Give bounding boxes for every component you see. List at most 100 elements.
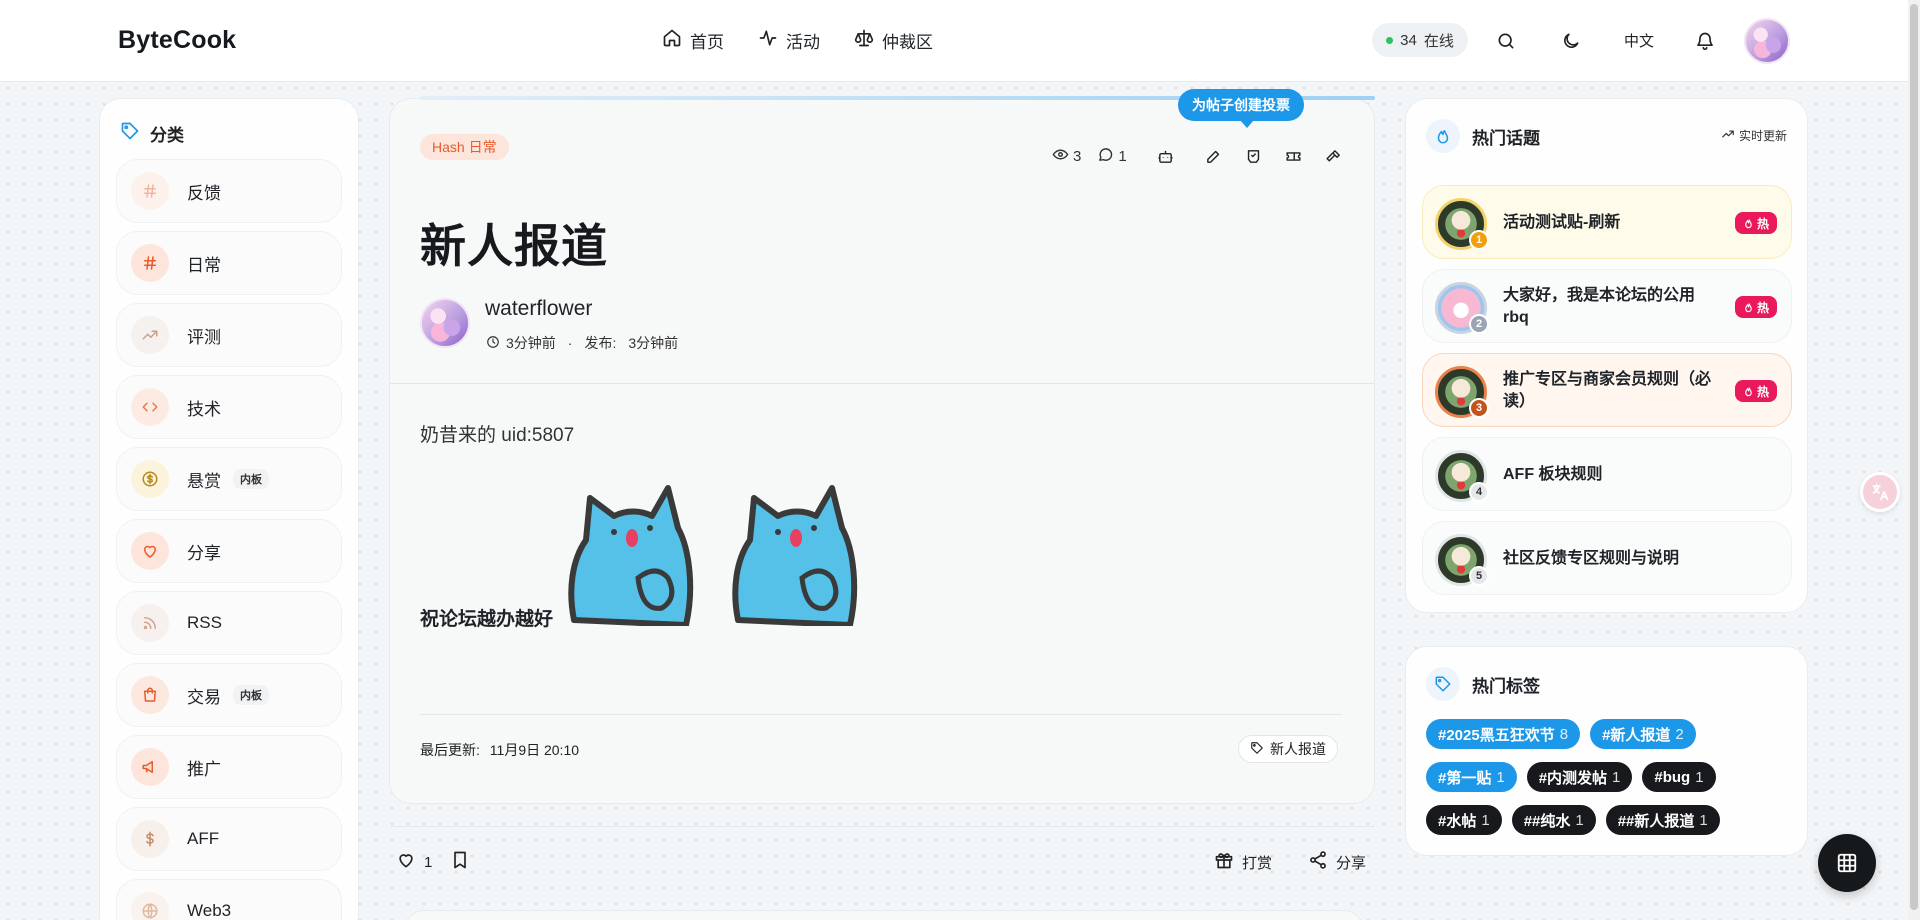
hot-tag-label: #第一贴 [1438, 769, 1492, 787]
bell-icon[interactable] [1690, 26, 1720, 56]
online-label: 在线 [1423, 32, 1454, 50]
hot-tag-count: 1 [1695, 768, 1704, 786]
code-icon [131, 388, 169, 426]
megaphone-icon [131, 748, 169, 786]
sidebar-item-trade[interactable]: 交易 内板 [116, 663, 342, 727]
author-avatar[interactable] [420, 298, 470, 348]
create-poll-icon[interactable] [1239, 141, 1269, 171]
sidebar-item-share[interactable]: 分享 [116, 519, 342, 583]
edit-pencil-icon[interactable] [1199, 141, 1229, 171]
topic-title: 大家好，我是本论坛的公用rbq [1503, 287, 1696, 326]
nav-activity[interactable]: 活动 [758, 28, 820, 53]
hot-tag[interactable]: #水帖 1 [1426, 805, 1502, 835]
last-updated: 最后更新: 11月9日 20:10 [420, 740, 579, 760]
internal-badge: 内板 [233, 469, 269, 489]
nav-home-label: 首页 [690, 33, 724, 52]
bag-icon [131, 676, 169, 714]
comment-icon [1097, 146, 1114, 167]
hot-topic-item[interactable]: 3 推广专区与商家会员规则（必读） 热 [1422, 353, 1792, 427]
scale-icon [854, 28, 874, 53]
dollar-icon [131, 820, 169, 858]
realtime-update[interactable]: 实时更新 [1721, 127, 1787, 144]
user-avatar[interactable] [1744, 18, 1790, 64]
post-toolbar: 3 1 [1052, 141, 1349, 171]
sidebar-item-aff[interactable]: AFF [116, 807, 342, 871]
realtime-label: 实时更新 [1738, 129, 1787, 143]
sidebar-item-label: 技术 [187, 399, 221, 419]
online-dot-icon [1386, 36, 1394, 44]
sidebar-item-tech[interactable]: 技术 [116, 375, 342, 439]
hot-tag[interactable]: #第一贴 1 [1426, 762, 1517, 792]
tag-icon [120, 121, 140, 146]
sidebar-item-promotion[interactable]: 推广 [116, 735, 342, 799]
post-tag-chip[interactable]: 新人报道 [1238, 735, 1338, 763]
tip-label: 打赏 [1242, 854, 1273, 872]
scrollbar-thumb[interactable] [1910, 4, 1918, 910]
hot-label: 热 [1756, 300, 1769, 315]
hot-tag[interactable]: ##新人报道 1 [1605, 805, 1720, 835]
hot-topic-item[interactable]: 5 社区反馈专区规则与说明 [1422, 521, 1792, 595]
hot-tag[interactable]: #bug 1 [1642, 762, 1716, 792]
sidebar-item-review[interactable]: 评测 [116, 303, 342, 367]
comment-count: 1 [1097, 146, 1127, 167]
hot-tag-count: 1 [1699, 811, 1708, 829]
online-count-pill[interactable]: 34 在线 [1372, 23, 1468, 57]
brand-logo[interactable]: ByteCook [118, 26, 236, 55]
post-category-tag[interactable]: Hash 日常 [420, 134, 509, 160]
trending-icon [1721, 127, 1735, 144]
dark-mode-moon-icon[interactable] [1556, 26, 1586, 56]
sidebar-item-label: 交易 [187, 687, 221, 707]
sidebar-item-feedback[interactable]: 反馈 [116, 159, 342, 223]
heart-icon [396, 850, 416, 874]
hot-tag-label: #水帖 [1438, 812, 1477, 830]
actions-divider [390, 826, 1374, 827]
post-card [389, 98, 1375, 804]
nav-home[interactable]: 首页 [662, 28, 724, 53]
hot-tag-count: 1 [1496, 768, 1505, 786]
post-header-divider [390, 383, 1374, 384]
hot-topic-item[interactable]: 4 AFF 板块规则 [1422, 437, 1792, 511]
hot-tag[interactable]: ##纯水 1 [1511, 805, 1596, 835]
translate-icon[interactable] [1860, 472, 1900, 512]
post-footer-divider [420, 714, 1342, 715]
author-name[interactable]: waterflower [485, 297, 592, 321]
post-body-line: 奶昔来的 uid:5807 [420, 425, 575, 446]
post-title: 新人报道 [420, 220, 608, 272]
sidebar-item-label: 分享 [187, 543, 221, 563]
category-sidebar: 分类 反馈 日常 评测 技术 悬赏 内板 分享 RSS 交易 内板 推广 AFF [99, 98, 359, 920]
tip-button[interactable]: 打赏 [1214, 850, 1272, 874]
home-icon [662, 28, 682, 53]
sidebar-item-bounty[interactable]: 悬赏 内板 [116, 447, 342, 511]
share-button[interactable]: 分享 [1308, 850, 1366, 874]
tag-icon [1250, 741, 1264, 758]
activity-icon [758, 28, 778, 53]
hot-topic-item[interactable]: 2 大家好，我是本论坛的公用rbq 热 [1422, 269, 1792, 343]
hammer-icon[interactable] [1319, 141, 1349, 171]
bookmark-button[interactable] [450, 850, 470, 874]
cat-sticker-image [566, 485, 892, 636]
sidebar-item-rss[interactable]: RSS [116, 591, 342, 655]
sidebar-item-web3[interactable]: Web3 [116, 879, 342, 920]
hot-tag[interactable]: #内测发帖 1 [1526, 762, 1633, 792]
hot-tag[interactable]: #2025黑五狂欢节 8 [1426, 719, 1581, 749]
hot-tag-label: #2025黑五狂欢节 [1438, 726, 1555, 744]
clock-icon [486, 335, 500, 352]
top-navbar: ByteCook 首页 活动 仲裁区 34 在线 中文 [0, 0, 1920, 82]
sidebar-item-daily[interactable]: 日常 [116, 231, 342, 295]
flame-icon [1745, 302, 1752, 312]
ticket-icon[interactable] [1279, 141, 1309, 171]
search-icon[interactable] [1491, 26, 1521, 56]
hot-topic-item[interactable]: 1 活动测试贴-刷新 热 [1422, 185, 1792, 259]
comment-count-value: 1 [1118, 147, 1127, 165]
like-button[interactable]: 1 [396, 850, 432, 874]
post-actions-bar: 1 打赏 分享 [396, 850, 1366, 876]
page-scrollbar[interactable] [1908, 0, 1920, 920]
hot-tag[interactable]: #新人报道 2 [1590, 719, 1696, 749]
grid-menu-icon[interactable] [1818, 834, 1876, 892]
nav-arbitration[interactable]: 仲裁区 [854, 28, 933, 53]
published-time: 3分钟前 [628, 335, 679, 351]
internal-badge: 内板 [233, 685, 269, 705]
hot-badge: 热 [1734, 212, 1777, 234]
language-switch[interactable]: 中文 [1624, 30, 1654, 51]
bot-icon[interactable] [1151, 141, 1181, 171]
